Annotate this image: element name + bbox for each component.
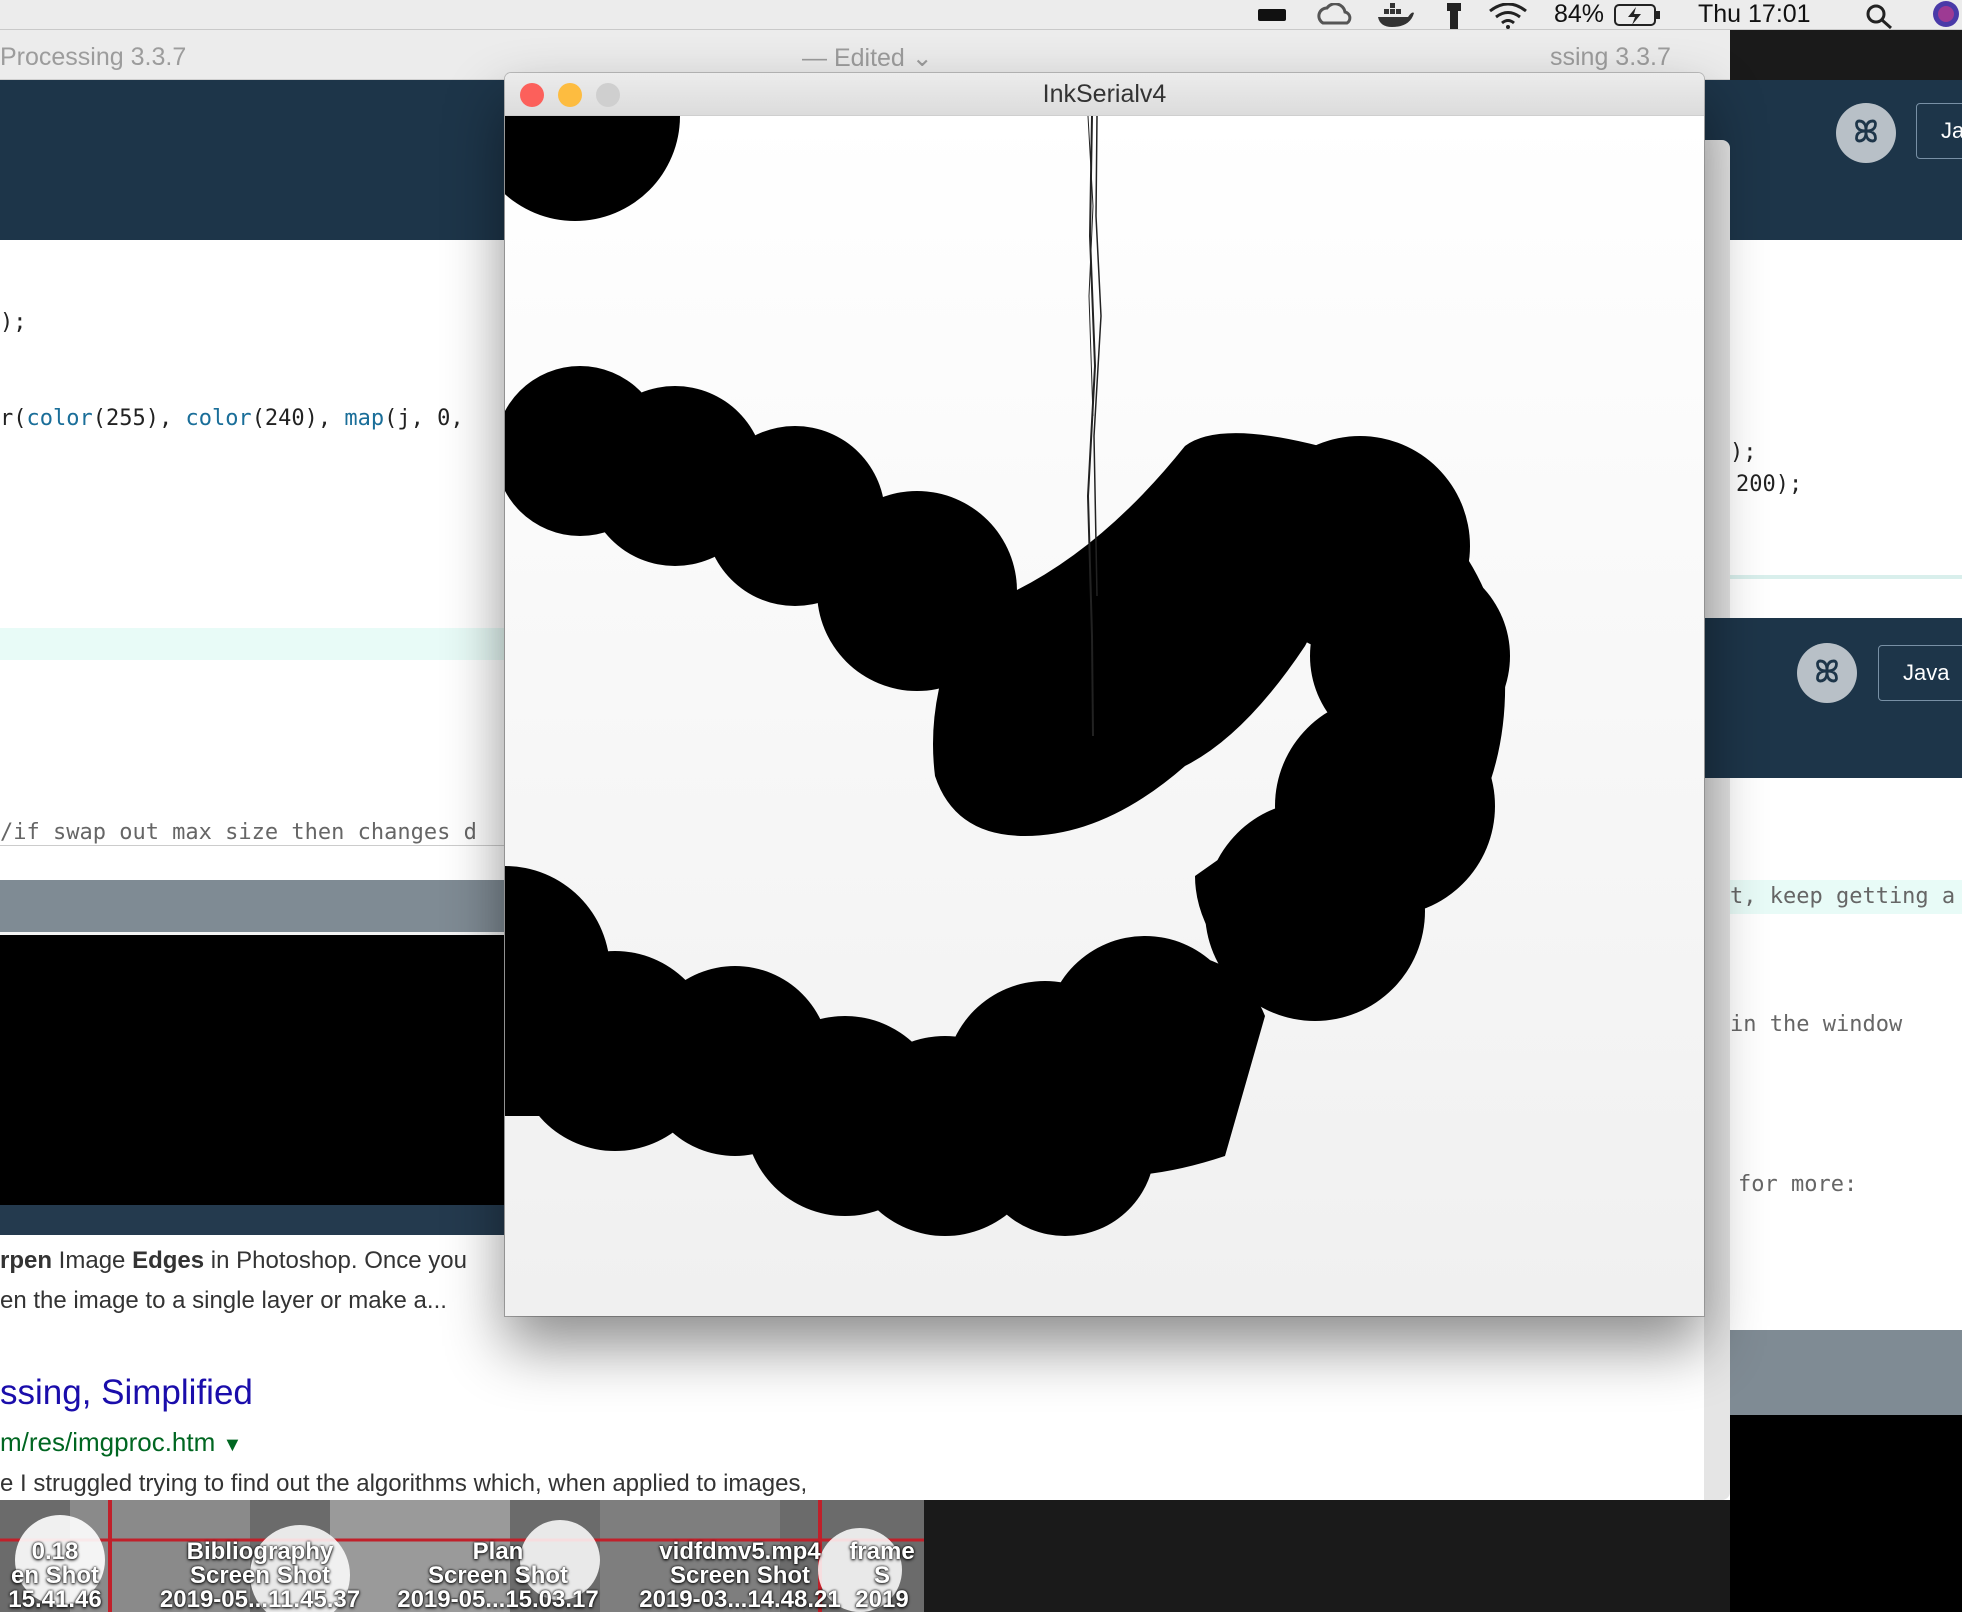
line-highlight <box>0 628 510 660</box>
siri-icon[interactable] <box>1930 0 1962 28</box>
desktop-file-label[interactable]: frame S 2019 <box>840 1540 924 1612</box>
file-date: 2019 <box>855 1586 909 1612</box>
code-token: (255), <box>92 406 186 431</box>
macos-menubar: 84% Thu 17:01 <box>0 0 1962 30</box>
creative-cloud-icon[interactable] <box>1315 3 1355 29</box>
code-editor-left[interactable] <box>0 240 510 880</box>
sketch-title: InkSerialv4 <box>1042 80 1167 108</box>
battery-charging-icon[interactable] <box>1614 2 1662 28</box>
code-comment: /if swap out max size then changes d <box>0 820 510 846</box>
file-name: Screen Shot <box>189 1562 331 1589</box>
wifi-icon[interactable] <box>1488 3 1528 29</box>
code-line: ); <box>1730 440 1757 465</box>
secondary-editor-window <box>1704 140 1730 1500</box>
result-snippet: e I struggled trying to find out the alg… <box>0 1470 808 1497</box>
mode-label: Java <box>1903 660 1950 685</box>
file-name: Screen Shot <box>669 1562 811 1589</box>
desktop-file-label[interactable]: vidfdmv5.mp4 Screen Shot 2019-03...14.48.2… <box>620 1540 860 1612</box>
code-comment: t, keep getting a <box>1730 884 1956 909</box>
code-keyword: color <box>26 406 93 431</box>
code-line: r(color(255), color(240), map(j, 0, <box>0 406 464 431</box>
status-bar <box>0 880 510 932</box>
file-name: 0.18 <box>31 1538 79 1565</box>
code-token: (j, 0, <box>384 406 464 431</box>
file-name: S <box>873 1562 890 1589</box>
code-keyword: color <box>185 406 252 431</box>
battery-percent[interactable]: 84% <box>1554 0 1604 28</box>
mode-dropdown[interactable]: Java <box>1878 645 1962 701</box>
snippet-text: in Photoshop. Once you <box>204 1247 467 1274</box>
file-date: 2019-05...15.03.17 <box>397 1586 599 1612</box>
docker-icon[interactable] <box>1376 3 1416 29</box>
mode-label: Ja <box>1941 118 1962 143</box>
file-name: frame <box>849 1540 915 1565</box>
code-keyword: map <box>344 406 385 431</box>
file-name: Bibliography <box>186 1538 334 1565</box>
file-date: 2019-03...14.48.21 <box>639 1586 841 1612</box>
desktop-file-label[interactable]: 0.18 en Shot 15.41.46 <box>0 1540 120 1612</box>
editor-title-left: Processing 3.3.7 <box>0 43 187 71</box>
code-token: (240), <box>251 406 345 431</box>
code-comment: in the window <box>1730 1012 1903 1037</box>
flashlight-icon[interactable] <box>1444 3 1464 29</box>
editor-title-right: ssing 3.3.7 <box>1550 43 1671 71</box>
file-name: Screen Shot <box>427 1562 569 1589</box>
sketch-titlebar[interactable]: InkSerialv4 <box>505 73 1704 116</box>
mode-dropdown[interactable]: Ja <box>1916 103 1962 159</box>
result-snippet: rpen Image Edges in Photoshop. Once you <box>0 1247 467 1275</box>
file-date: 2019-05...11.45.37 <box>159 1586 361 1612</box>
code-token: r( <box>0 406 27 431</box>
desktop-file-label[interactable]: Plan Screen Shot 2019-05...15.03.17 <box>378 1540 618 1612</box>
console-area <box>0 935 510 1205</box>
sketch-canvas[interactable] <box>505 116 1704 1316</box>
result-url[interactable]: m/res/imgproc.htm ▼ <box>0 1427 242 1458</box>
file-name: Plan <box>472 1538 524 1565</box>
sketch-window: InkSerialv4 <box>505 73 1704 1316</box>
result-title-link[interactable]: ssing, Simplified <box>0 1373 253 1413</box>
snippet-bold: Edges <box>132 1247 205 1274</box>
dropdown-arrow-icon[interactable]: ▼ <box>223 1434 243 1456</box>
code-comment: for more: <box>1738 1172 1858 1197</box>
right-console <box>1730 1415 1962 1612</box>
result-snippet-line2: en the image to a single layer or make a… <box>0 1287 447 1314</box>
right-status-bar <box>1730 1330 1962 1415</box>
menubar-clock[interactable]: Thu 17:01 <box>1698 0 1811 28</box>
right-editor-header <box>1730 575 1962 579</box>
snippet-bold: rpen <box>0 1247 53 1274</box>
spotlight-search-icon[interactable] <box>1865 3 1895 29</box>
file-name: en Shot <box>11 1562 99 1589</box>
snippet-text: Image <box>52 1247 133 1274</box>
url-text: m/res/imgproc.htm <box>0 1427 216 1457</box>
mode-selector-icon[interactable]: ꕤ <box>1797 643 1857 703</box>
file-date: 15.41.46 <box>8 1586 102 1612</box>
desktop-file-label[interactable]: Bibliography Screen Shot 2019-05...11.45.3… <box>135 1540 385 1612</box>
file-name: vidfdmv5.mp4 <box>659 1538 821 1565</box>
mode-selector-icon[interactable]: ꕤ <box>1836 103 1896 163</box>
battery-bar-icon[interactable] <box>1258 7 1286 23</box>
code-line: 200); <box>1736 472 1803 497</box>
editor-title-edited: — Edited ⌄ <box>802 44 933 72</box>
right-editor-pane <box>1730 240 1962 1415</box>
code-line: ); <box>0 310 27 335</box>
